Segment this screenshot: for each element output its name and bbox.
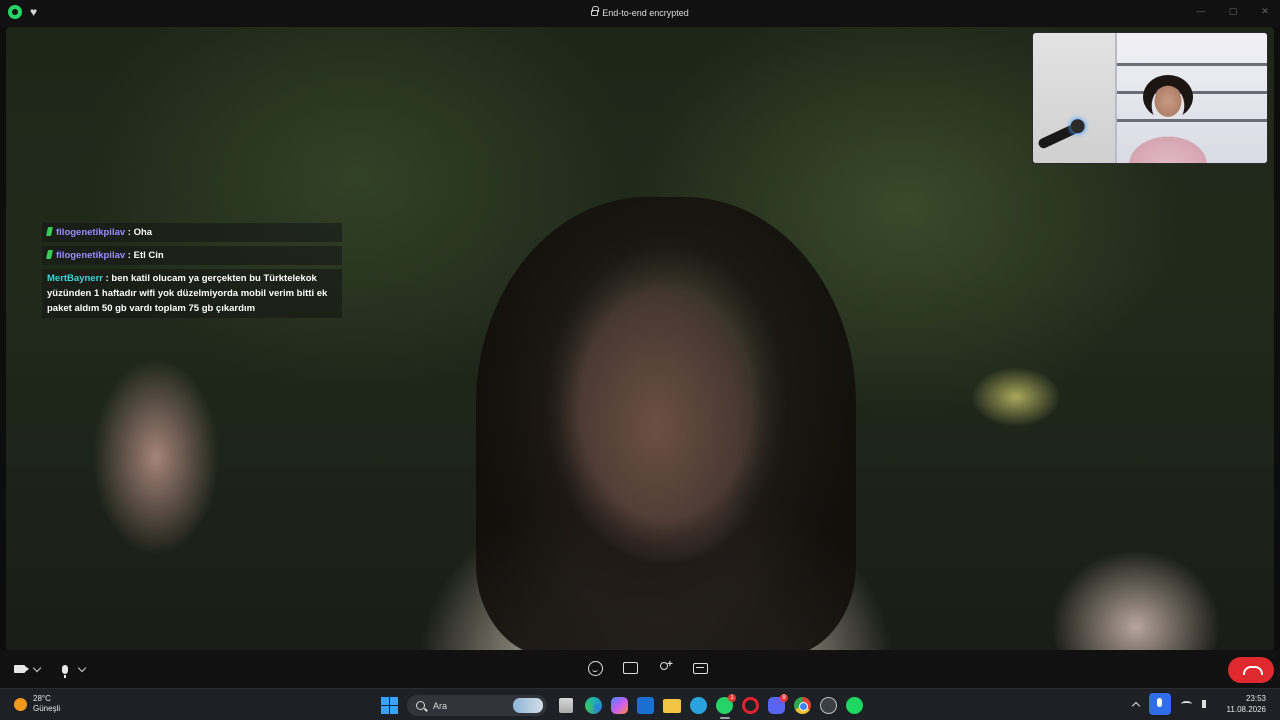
chat-text: Etl Cin xyxy=(133,250,164,261)
chat-overlay: filogenetikpilav : Oha filogenetikpilav … xyxy=(42,223,342,322)
minimize-button[interactable]: — xyxy=(1196,6,1206,16)
weather-temp: 28°C xyxy=(33,694,51,703)
search-icon xyxy=(416,701,425,710)
discord-badge: 9 xyxy=(780,694,788,702)
add-participant-button[interactable] xyxy=(658,659,673,676)
search-highlight-image xyxy=(513,698,543,713)
chat-message: filogenetikpilav : Oha xyxy=(42,223,342,242)
captions-button[interactable] xyxy=(693,663,708,674)
app-icon[interactable] xyxy=(820,697,837,714)
show-hidden-icons-button[interactable] xyxy=(1131,701,1140,711)
video-camera-icon xyxy=(14,665,29,673)
microphone-icon xyxy=(62,664,68,678)
sun-icon xyxy=(14,697,27,711)
chat-separator: : xyxy=(127,250,131,261)
search-placeholder: Ara xyxy=(433,700,448,711)
copilot-icon[interactable] xyxy=(611,697,628,714)
file-explorer-icon[interactable] xyxy=(663,698,681,713)
whatsapp-taskbar-icon[interactable]: 1 xyxy=(716,694,736,719)
start-button[interactable] xyxy=(381,697,398,714)
self-view-video[interactable] xyxy=(1032,32,1268,164)
encryption-notice: End-to-end encrypted xyxy=(0,6,1280,18)
chat-separator: : xyxy=(127,227,131,238)
microphone-in-use-icon[interactable] xyxy=(1148,693,1171,715)
close-button[interactable]: ✕ xyxy=(1260,6,1270,16)
chat-message: filogenetikpilav : Etl Cin xyxy=(42,246,342,265)
task-view-icon[interactable] xyxy=(559,698,573,713)
clock-time: 23:53 xyxy=(1245,694,1266,703)
whatsapp-badge: 1 xyxy=(728,694,736,702)
pip-hair xyxy=(1143,75,1193,119)
telegram-icon[interactable] xyxy=(690,697,707,714)
wifi-icon[interactable] xyxy=(1180,701,1192,707)
opera-icon[interactable] xyxy=(742,697,759,714)
chat-badge-icon xyxy=(46,227,53,236)
chat-message: MertBaynerr : ben katil olucam ya gerçek… xyxy=(42,269,342,318)
call-controls-bar xyxy=(0,650,1280,688)
system-tray: 23:53 11.08.2026 xyxy=(1131,693,1266,715)
title-bar: ♥ End-to-end encrypted — ▢ ✕ xyxy=(0,0,1280,27)
edge-icon[interactable] xyxy=(585,697,602,714)
microphone-toggle-button[interactable] xyxy=(62,661,87,678)
emoji-reaction-button[interactable] xyxy=(588,661,603,676)
chat-badge-icon xyxy=(46,250,53,259)
chat-username: filogenetikpilav xyxy=(56,250,126,261)
weather-condition: Güneşli xyxy=(33,704,61,713)
taskbar-search[interactable]: Ara xyxy=(407,695,547,716)
discord-icon[interactable]: 9 xyxy=(768,694,788,714)
weather-widget[interactable]: 28°C Güneşli xyxy=(14,694,60,714)
chat-username: MertBaynerr xyxy=(47,273,103,284)
maximize-button[interactable]: ▢ xyxy=(1228,6,1238,16)
screen-share-button[interactable] xyxy=(623,662,638,674)
clock[interactable]: 23:53 11.08.2026 xyxy=(1227,693,1266,715)
chrome-icon[interactable] xyxy=(794,697,811,714)
chat-username: filogenetikpilav xyxy=(56,227,126,238)
clock-date: 11.08.2026 xyxy=(1226,705,1266,714)
chevron-down-icon[interactable] xyxy=(77,663,87,672)
outlook-icon[interactable] xyxy=(637,697,654,714)
active-indicator xyxy=(720,717,730,719)
window-title: End-to-end encrypted xyxy=(602,8,689,18)
chat-separator: : xyxy=(105,273,109,284)
lock-icon xyxy=(591,6,600,16)
chat-text: Oha xyxy=(133,227,153,238)
spotify-icon[interactable] xyxy=(846,697,863,714)
camera-toggle-button[interactable] xyxy=(14,661,42,677)
taskbar: 28°C Güneşli Ara 1 9 23:53 11.08.2026 xyxy=(0,688,1280,720)
volume-icon[interactable] xyxy=(1201,700,1213,708)
chevron-down-icon[interactable] xyxy=(32,663,42,672)
video-subject xyxy=(476,197,856,650)
end-call-button[interactable] xyxy=(1228,657,1274,683)
